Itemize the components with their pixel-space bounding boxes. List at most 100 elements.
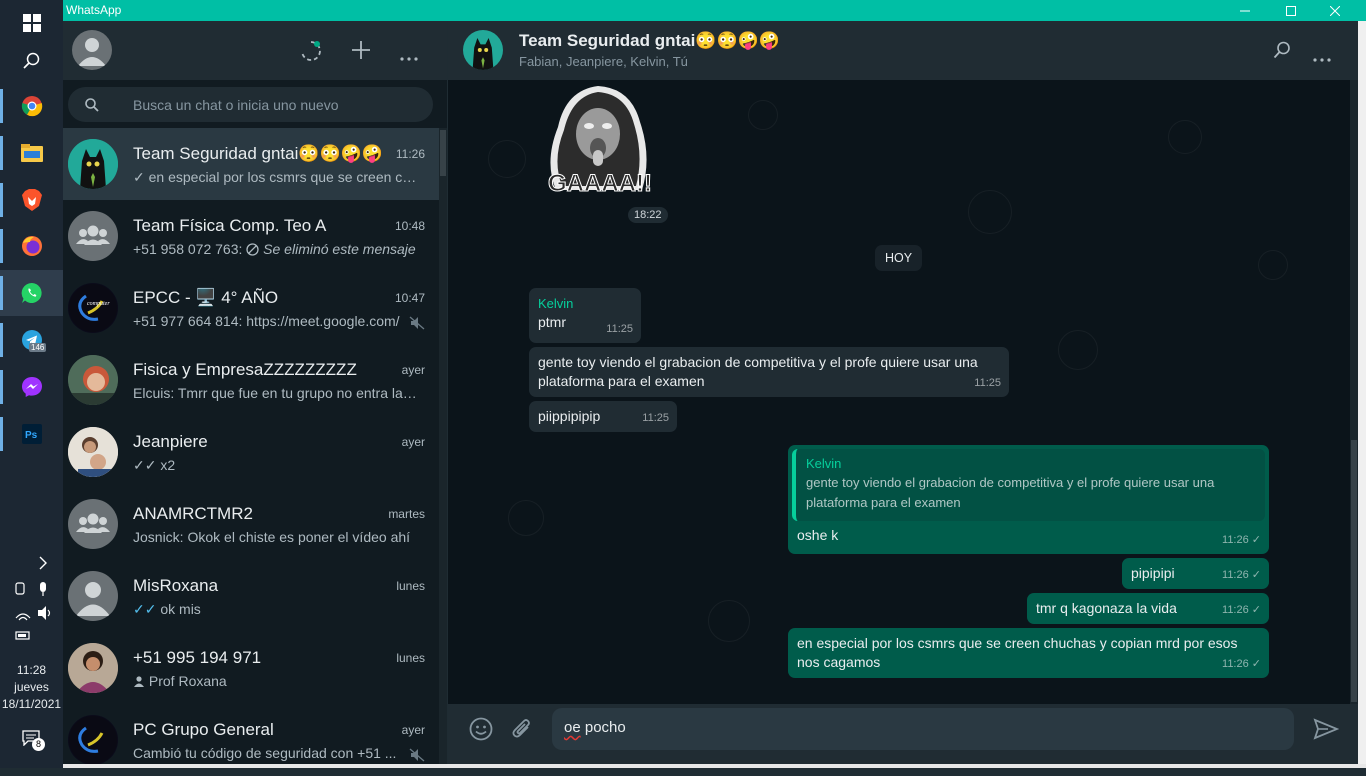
taskbar-clock[interactable]: 11:28 jueves 18/11/2021 [0,662,63,713]
chat-name: ANAMRCTMR2 [133,504,253,523]
chrome-icon[interactable] [0,83,63,129]
chat-name: MisRoxana [133,576,219,595]
chat-item-team-seguridad[interactable]: Team Seguridad gntai😳😳🤪🤪 11:26 ✓ en espe… [63,128,439,200]
telegram-badge: 146 [29,343,47,352]
message-time: 11:26 ✓ [1222,569,1261,581]
quoted-sender: Kelvin [806,456,842,471]
new-chat-icon[interactable] [351,40,371,65]
telegram-icon[interactable]: 146 [0,317,63,363]
chat-preview: Cambió tu código de seguridad con +51 ..… [133,745,397,761]
conversation-members: Fabian, Jeanpiere, Kelvin, Tú [519,54,688,69]
messenger-icon[interactable] [0,364,63,410]
chat-preview: +51 977 664 814: https://meet.google.com… [133,313,400,329]
quoted-message[interactable]: Kelvin gente toy viendo el grabacion de … [792,449,1265,521]
whatsapp-taskbar-icon[interactable] [0,270,63,316]
chat-time: ayer [401,723,425,737]
message-outgoing[interactable]: tmr q kagonaza la vida 11:26 ✓ [1027,593,1269,624]
group-avatar [68,499,118,549]
conversation-menu-icon[interactable] [1313,49,1331,67]
chat-preview: Prof Roxana [133,673,418,689]
message-text: en especial por los csmrs que se creen c… [797,635,1238,670]
conversation-title: Team Seguridad gntai😳😳🤪🤪 [519,31,780,50]
background-doodle [748,100,778,130]
chat-name: EPCC - 🖥️ 4° AÑO [133,288,279,307]
chat-name: Team Seguridad gntai😳😳🤪🤪 [133,144,384,163]
firefox-icon[interactable] [0,223,63,269]
chat-time: lunes [396,651,425,665]
chat-preview-text: ok mis [160,601,201,617]
app-titlebar: WhatsApp [63,0,1366,21]
photoshop-icon[interactable]: Ps [0,411,63,457]
window-edge [1358,21,1366,768]
chat-preview: Josnick: Okok el chiste es poner el víde… [133,529,411,545]
chat-preview: +51 958 072 763: Se eliminó este mensaje [133,241,418,257]
chat-time: lunes [396,579,425,593]
chat-item-team-fisica[interactable]: Team Física Comp. Teo A 10:48 +51 958 07… [63,200,439,272]
message-outgoing[interactable]: Kelvin gente toy viendo el grabacion de … [788,445,1269,554]
chat-item-epcc[interactable]: computer EPCC - 🖥️ 4° AÑO 10:47 +51 977 … [63,272,439,344]
clock-day: jueves [14,680,49,694]
message-outgoing[interactable]: en especial por los csmrs que se creen c… [788,628,1269,678]
notification-center-icon[interactable]: 8 [22,730,45,751]
read-ticks-icon: ✓✓ [133,601,157,617]
chat-item-anamrctmr2[interactable]: ANAMRCTMR2 martes Josnick: Okok el chist… [63,488,439,560]
tray-icons[interactable] [14,580,54,649]
status-icon[interactable] [300,40,322,67]
message-input[interactable]: oe pocho [552,708,1294,750]
background-doodle [1258,250,1288,280]
chat-time: 11:26 [395,147,425,161]
chat-item-phone[interactable]: +51 995 194 971 lunes Prof Roxana [63,632,439,704]
message-incoming[interactable]: piippipipip 11:25 [529,401,677,432]
maximize-button[interactable] [1268,0,1314,21]
chat-avatar [68,715,118,765]
chat-time: 10:47 [394,291,425,305]
chat-avatar [68,139,118,189]
search-icon[interactable] [0,38,63,84]
message-outgoing[interactable]: pipipipi 11:26 ✓ [1122,558,1269,589]
chat-time: 10:48 [394,219,425,233]
message-time: 11:26 ✓ [1222,534,1261,546]
quoted-text: gente toy viendo el grabacion de competi… [806,475,1215,510]
sidebar-menu-icon[interactable] [400,48,418,66]
message-time: 11:25 [642,412,669,424]
chat-item-jeanpiere[interactable]: Jeanpiere ayer ✓✓ x2 [63,416,439,488]
brave-icon[interactable] [0,177,63,223]
chat-list-scrollbar[interactable] [439,128,447,768]
conversation-header[interactable]: Team Seguridad gntai😳😳🤪🤪 Fabian, Jeanpie… [448,21,1358,80]
background-doodle [488,140,526,178]
sticker-text: GAAAA!! [548,170,653,198]
message-incoming[interactable]: Kelvin ptmr 11:25 [529,288,641,343]
send-icon[interactable] [1313,718,1340,745]
chat-list-sidebar: Busca un chat o inicia uno nuevo Team Se… [63,21,447,768]
chat-item-misroxana[interactable]: MisRoxana lunes ✓✓ ok mis [63,560,439,632]
chat-time: ayer [401,435,425,449]
file-explorer-icon[interactable] [0,130,63,176]
my-avatar[interactable] [72,30,112,70]
background-doodle [1168,120,1202,154]
message-list-scrollbar[interactable] [1350,80,1358,704]
svg-text:computer: computer [87,301,110,307]
message-incoming[interactable]: gente toy viendo el grabacion de competi… [529,347,1009,397]
chat-name: +51 995 194 971 [133,648,262,667]
chevron-right-icon[interactable] [38,556,48,575]
chat-time: ayer [401,363,425,377]
chat-avatar [68,643,118,693]
message-text: oshe k [797,527,839,543]
minimize-button[interactable] [1222,0,1268,21]
sticker-time: 18:22 [628,207,668,223]
search-input[interactable]: Busca un chat o inicia uno nuevo [68,87,433,122]
background-doodle [1058,330,1098,370]
attach-icon[interactable] [511,717,533,746]
chat-avatar [68,355,118,405]
message-list[interactable]: GAAAA!! 18:22 HOY Kelvin ptmr 11:25 gent… [448,80,1358,704]
group-avatar[interactable] [463,30,503,70]
chat-avatar [68,427,118,477]
close-window-button[interactable] [1312,0,1358,21]
chat-item-fisica-empresa[interactable]: Fisica y EmpresaZZZZZZZZZ ayer Elcuis: T… [63,344,439,416]
chat-name: Fisica y EmpresaZZZZZZZZZ [133,360,357,379]
search-messages-icon[interactable] [1273,41,1291,64]
windows-taskbar: 146 Ps 11:28 jueves 18/11/2021 8 [0,0,63,768]
message-composer: oe pocho [448,704,1358,768]
sticker-image[interactable]: GAAAA!! [536,82,664,198]
emoji-icon[interactable] [469,717,493,746]
